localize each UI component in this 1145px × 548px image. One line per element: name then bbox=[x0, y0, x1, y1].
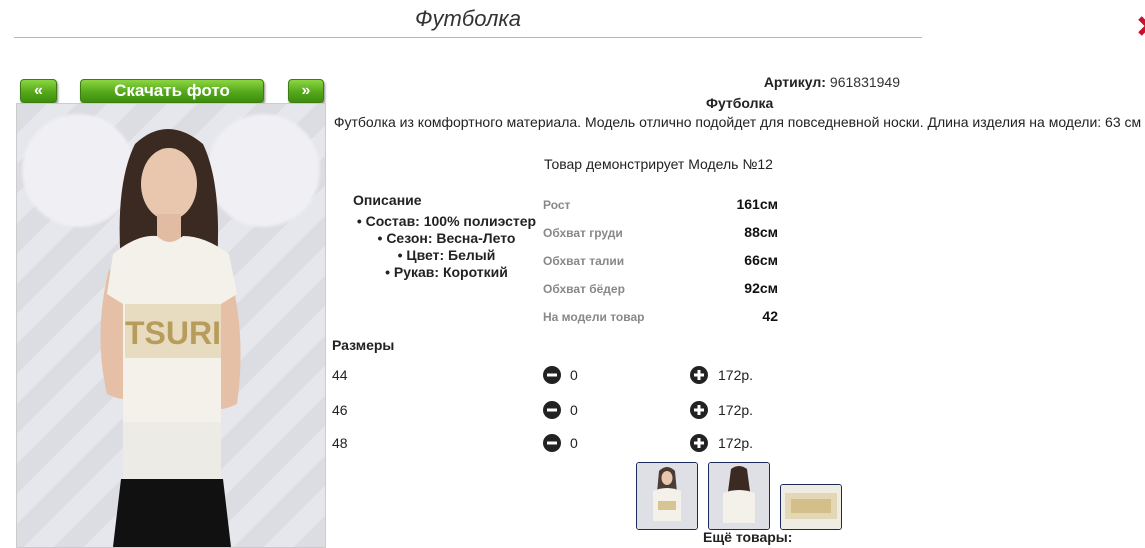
plus-icon[interactable] bbox=[690, 434, 708, 452]
article-label: Артикул: bbox=[763, 74, 826, 90]
details-heading: Описание bbox=[353, 192, 422, 208]
measurement-row: Обхват груди 88см bbox=[543, 224, 778, 252]
measurement-label: Обхват бёдер bbox=[543, 282, 625, 296]
size-row: 44 0 172р. bbox=[332, 366, 782, 387]
detail-item: • Сезон: Весна-Лето bbox=[377, 230, 516, 246]
minus-icon[interactable] bbox=[543, 401, 561, 419]
thumbnail-front[interactable] bbox=[636, 462, 698, 530]
download-photo-button[interactable]: Скачать фото bbox=[80, 79, 264, 103]
thumbnail-back[interactable] bbox=[708, 462, 770, 530]
plus-icon[interactable] bbox=[690, 366, 708, 384]
price-value: 172р. bbox=[718, 367, 754, 383]
prev-photo-button[interactable]: « bbox=[20, 79, 57, 103]
measurement-label: Рост bbox=[543, 198, 571, 212]
size-row: 46 0 172р. bbox=[332, 401, 782, 422]
size-row: 48 0 172р. bbox=[332, 434, 782, 455]
thumbnail-print[interactable] bbox=[780, 484, 842, 530]
close-icon[interactable] bbox=[1134, 12, 1145, 40]
title-divider bbox=[14, 37, 922, 38]
measurement-value: 42 bbox=[762, 308, 778, 324]
detail-item: • Состав: 100% полиэстер bbox=[356, 213, 537, 229]
minus-icon[interactable] bbox=[543, 434, 561, 452]
measurement-value: 92см bbox=[744, 280, 778, 296]
more-products-label: Ещё товары: bbox=[703, 529, 793, 545]
measurement-row: На модели товар 42 bbox=[543, 308, 778, 336]
plus-icon[interactable] bbox=[690, 401, 708, 419]
sizes-heading: Размеры bbox=[332, 337, 395, 353]
product-photo[interactable]: TSURI bbox=[16, 103, 326, 548]
model-note: Товар демонстрирует Модель №12 bbox=[544, 156, 773, 172]
price-value: 172р. bbox=[718, 435, 754, 451]
measurement-label: Обхват груди bbox=[543, 226, 623, 240]
measurement-value: 88см bbox=[744, 224, 778, 240]
size-value: 46 bbox=[332, 402, 348, 418]
details-list: • Состав: 100% полиэстер • Сезон: Весна-… bbox=[340, 213, 553, 281]
detail-item: • Рукав: Короткий bbox=[385, 264, 508, 280]
minus-icon[interactable] bbox=[543, 366, 561, 384]
price-value: 172р. bbox=[718, 402, 754, 418]
measurement-row: Обхват талии 66см bbox=[543, 252, 778, 280]
measurement-value: 66см bbox=[744, 252, 778, 268]
next-photo-button[interactable]: » bbox=[288, 79, 324, 103]
quantity-value: 0 bbox=[570, 367, 578, 383]
measurements-table: Рост 161см Обхват груди 88см Обхват тали… bbox=[543, 196, 778, 336]
measurement-label: На модели товар bbox=[543, 310, 645, 324]
measurement-row: Рост 161см bbox=[543, 196, 778, 224]
svg-text:TSURI: TSURI bbox=[125, 315, 221, 351]
product-name: Футболка bbox=[706, 95, 774, 111]
measurement-value: 161см bbox=[736, 196, 778, 212]
measurement-row: Обхват бёдер 92см bbox=[543, 280, 778, 308]
quantity-value: 0 bbox=[570, 435, 578, 451]
measurement-label: Обхват талии bbox=[543, 254, 625, 268]
article-value: 961831949 bbox=[829, 74, 900, 90]
product-description: Футболка из комфортного материала. Модел… bbox=[333, 114, 1142, 130]
size-value: 44 bbox=[332, 367, 348, 383]
article-row: Артикул: 961831949 bbox=[330, 72, 900, 92]
detail-item: • Цвет: Белый bbox=[397, 247, 496, 263]
quantity-value: 0 bbox=[570, 402, 578, 418]
size-value: 48 bbox=[332, 435, 348, 451]
page-title: Футболка bbox=[415, 6, 521, 31]
